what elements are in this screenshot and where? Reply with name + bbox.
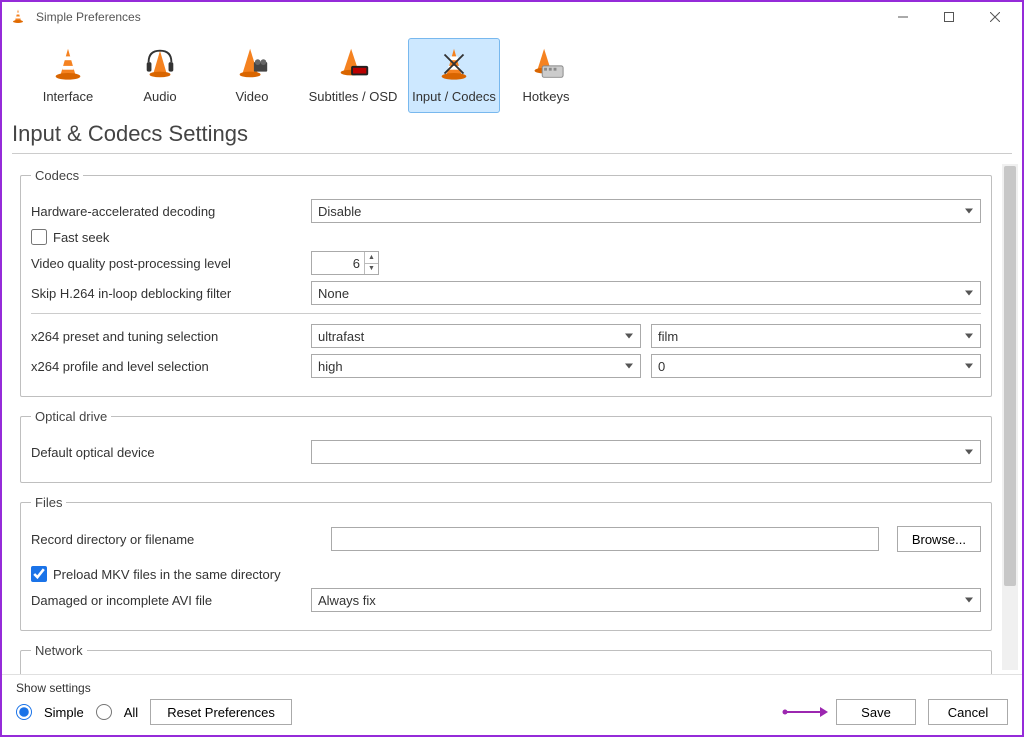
fast-seek-checkbox[interactable] [31,229,47,245]
reset-preferences-button[interactable]: Reset Preferences [150,699,292,725]
tab-input-codecs[interactable]: Input / Codecs [408,38,500,113]
skip-h264-label: Skip H.264 in-loop deblocking filter [31,286,311,301]
group-legend: Codecs [31,168,83,183]
settings-content: Codecs Hardware-accelerated decoding Dis… [2,160,1002,674]
fast-seek-label: Fast seek [53,230,109,245]
tab-label: Interface [43,89,94,104]
tab-label: Audio [143,89,176,104]
x264-profile-label: x264 profile and level selection [31,359,311,374]
cone-icon [47,43,89,85]
keyboard-cone-icon [525,43,567,85]
x264-profile-select[interactable]: high [311,354,641,378]
tab-label: Input / Codecs [412,89,496,104]
tab-interface[interactable]: Interface [22,38,114,113]
hw-decode-select[interactable]: Disable [311,199,981,223]
scrollbar-thumb[interactable] [1004,166,1016,586]
preload-mkv-checkbox[interactable] [31,566,47,582]
simple-radio[interactable] [16,704,32,720]
divider [12,153,1012,154]
all-radio-label: All [124,705,138,720]
x264-preset-label: x264 preset and tuning selection [31,329,311,344]
x264-tune-select[interactable]: film [651,324,981,348]
tab-subtitles[interactable]: Subtitles / OSD [298,38,408,113]
network-group: Network Default caching policy Custom [20,643,992,674]
avi-label: Damaged or incomplete AVI file [31,593,311,608]
tab-label: Hotkeys [523,89,570,104]
spin-down-icon[interactable]: ▼ [364,264,378,275]
minimize-button[interactable] [880,2,926,32]
tab-label: Video [235,89,268,104]
spin-up-icon[interactable]: ▲ [364,252,378,264]
group-legend: Optical drive [31,409,111,424]
show-settings-label: Show settings [16,681,1008,695]
files-group: Files Record directory or filename Brows… [20,495,992,631]
optical-device-label: Default optical device [31,445,311,460]
simple-radio-label: Simple [44,705,84,720]
hw-decode-label: Hardware-accelerated decoding [31,204,311,219]
film-cone-icon [231,43,273,85]
annotation-arrow-icon [782,704,828,720]
page-title: Input & Codecs Settings [2,113,1022,151]
codecs-group: Codecs Hardware-accelerated decoding Dis… [20,168,992,397]
record-dir-input[interactable] [331,527,879,551]
tab-hotkeys[interactable]: Hotkeys [500,38,592,113]
optical-device-select[interactable] [311,440,981,464]
vlc-app-icon [10,8,28,26]
x264-level-select[interactable]: 0 [651,354,981,378]
titlebar: Simple Preferences [2,2,1022,32]
all-radio[interactable] [96,704,112,720]
tools-cone-icon [433,43,475,85]
group-legend: Network [31,643,87,658]
category-tabbar: Interface Audio Video Subtitles / OSD In… [2,32,1022,113]
save-button[interactable]: Save [836,699,916,725]
cancel-button[interactable]: Cancel [928,699,1008,725]
maximize-button[interactable] [926,2,972,32]
group-legend: Files [31,495,66,510]
browse-button[interactable]: Browse... [897,526,981,552]
divider [31,313,981,314]
avi-select[interactable]: Always fix [311,588,981,612]
clock-cone-icon [332,43,374,85]
x264-preset-select[interactable]: ultrafast [311,324,641,348]
window-title: Simple Preferences [36,10,141,24]
tab-label: Subtitles / OSD [309,89,398,104]
close-button[interactable] [972,2,1018,32]
vertical-scrollbar[interactable] [1002,164,1018,670]
record-dir-label: Record directory or filename [31,532,331,547]
tab-audio[interactable]: Audio [114,38,206,113]
footer: Show settings Simple All Reset Preferenc… [2,674,1022,735]
headphones-cone-icon [139,43,181,85]
skip-h264-select[interactable]: None [311,281,981,305]
optical-group: Optical drive Default optical device [20,409,992,483]
preload-mkv-label: Preload MKV files in the same directory [53,567,281,582]
postproc-label: Video quality post-processing level [31,256,311,271]
tab-video[interactable]: Video [206,38,298,113]
